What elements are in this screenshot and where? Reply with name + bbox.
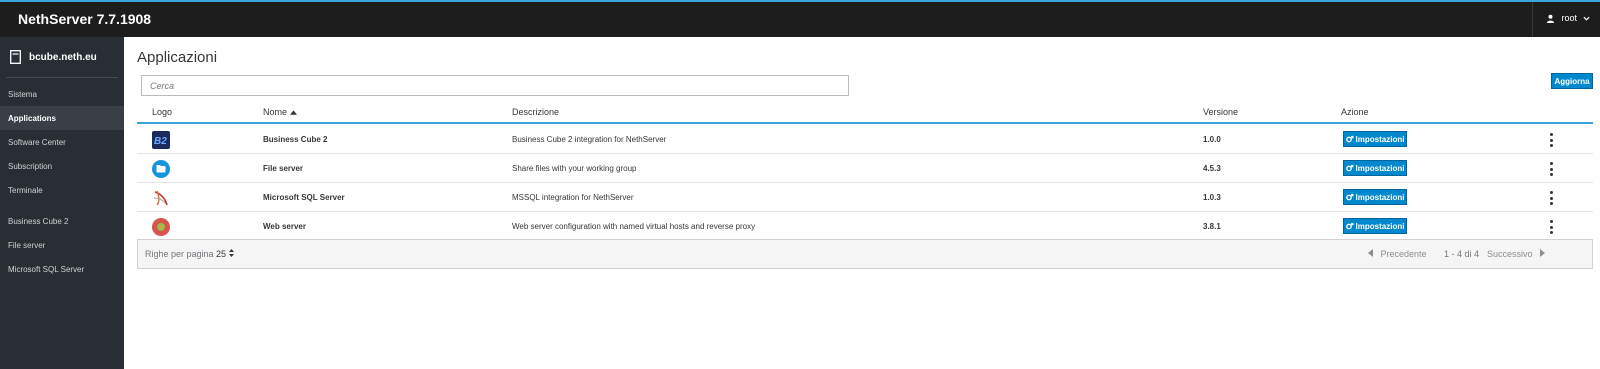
main-content: Applicazioni Aggiorna Logo Nome Descrizi…	[124, 37, 1600, 369]
user-icon	[1547, 14, 1555, 23]
settings-button-label: Impostazioni	[1355, 221, 1405, 231]
column-logo: Logo	[152, 107, 173, 117]
previous-label: Precedente	[1380, 249, 1427, 259]
column-description: Descrizione	[512, 107, 560, 117]
next-label: Successivo	[1487, 249, 1533, 259]
app-version: 3.8.1	[1203, 222, 1221, 231]
host-header[interactable]: bcube.neth.eu	[0, 37, 124, 77]
server-icon	[10, 50, 21, 64]
app-name[interactable]: File server	[263, 154, 303, 183]
sidebar-item-terminale[interactable]: Terminale	[0, 178, 124, 202]
file-server-logo-icon	[152, 160, 170, 178]
table-row: Web server Web server configuration with…	[137, 212, 1593, 241]
app-description: Business Cube 2 integration for NethServ…	[512, 135, 667, 144]
table-header: Logo Nome Descrizione Versione Azione	[137, 102, 1593, 124]
sidebar-item-sistema[interactable]: Sistema	[0, 82, 124, 106]
app-version: 4.5.3	[1203, 164, 1221, 173]
sidebar-item-applications[interactable]: Applications	[0, 106, 124, 130]
user-name: root	[1561, 13, 1577, 23]
sidebar: bcube.neth.eu Sistema Applications Softw…	[0, 37, 124, 369]
svg-text:B2: B2	[154, 136, 167, 147]
cogs-icon	[1345, 222, 1354, 230]
kebab-menu-icon[interactable]	[1547, 133, 1555, 147]
app-version: 1.0.0	[1203, 135, 1221, 144]
host-name: bcube.neth.eu	[29, 51, 97, 63]
app-name[interactable]: Microsoft SQL Server	[263, 183, 345, 212]
column-version: Versione	[1203, 107, 1239, 117]
column-name[interactable]: Nome	[263, 107, 297, 117]
sidebar-app-mssql[interactable]: Microsoft SQL Server	[0, 257, 124, 281]
app-name[interactable]: Business Cube 2	[263, 125, 327, 154]
cogs-icon	[1345, 164, 1354, 172]
app-description: MSSQL integration for NethServer	[512, 193, 634, 202]
settings-button-label: Impostazioni	[1355, 192, 1405, 202]
table-row: B2 Business Cube 2 Business Cube 2 integ…	[137, 125, 1593, 154]
refresh-button[interactable]: Aggiorna	[1551, 73, 1593, 89]
sort-asc-icon	[289, 110, 297, 115]
mssql-logo-icon	[152, 189, 170, 207]
app-name[interactable]: Web server	[263, 212, 306, 241]
top-bar: NethServer 7.7.1908 root	[0, 0, 1600, 37]
settings-button-label: Impostazioni	[1355, 134, 1405, 144]
per-page-label: Righe per pagina	[145, 249, 214, 259]
settings-button[interactable]: Impostazioni	[1343, 189, 1407, 205]
settings-button[interactable]: Impostazioni	[1343, 131, 1407, 147]
pagination-bar: Righe per pagina 25 Precedente 1 - 4 di …	[137, 239, 1593, 269]
user-menu[interactable]: root	[1532, 2, 1590, 37]
web-server-logo-icon	[152, 218, 170, 236]
app-description: Share files with your working group	[512, 164, 637, 173]
divider	[6, 77, 118, 78]
per-page-select[interactable]: 25	[216, 249, 234, 259]
sidebar-item-subscription[interactable]: Subscription	[0, 154, 124, 178]
settings-button[interactable]: Impostazioni	[1343, 160, 1407, 176]
cogs-icon	[1345, 135, 1354, 143]
page-range: 1 - 4 di 4	[1444, 249, 1480, 259]
table-row: File server Share files with your workin…	[137, 154, 1593, 183]
cogs-icon	[1345, 193, 1354, 201]
kebab-menu-icon[interactable]	[1547, 220, 1555, 234]
settings-button[interactable]: Impostazioni	[1343, 218, 1407, 234]
sidebar-app-file-server[interactable]: File server	[0, 233, 124, 257]
app-description: Web server configuration with named virt…	[512, 222, 756, 231]
page-title: Applicazioni	[137, 49, 218, 66]
app-title: NethServer 7.7.1908	[18, 11, 152, 27]
select-arrows-icon	[228, 249, 234, 257]
chevron-down-icon	[1583, 16, 1590, 21]
column-action: Azione	[1341, 107, 1369, 117]
app-version: 1.0.3	[1203, 193, 1221, 202]
sidebar-app-business-cube[interactable]: Business Cube 2	[0, 209, 124, 233]
divider	[1532, 2, 1534, 37]
table-row: Microsoft SQL Server MSSQL integration f…	[137, 183, 1593, 212]
kebab-menu-icon[interactable]	[1547, 191, 1555, 205]
next-button[interactable]: Successivo	[1487, 249, 1546, 259]
sidebar-item-software-center[interactable]: Software Center	[0, 130, 124, 154]
b2-logo-icon: B2	[152, 131, 170, 149]
settings-button-label: Impostazioni	[1355, 163, 1405, 173]
chevron-left-icon	[1368, 249, 1373, 257]
column-name-label: Nome	[263, 107, 288, 117]
kebab-menu-icon[interactable]	[1547, 162, 1555, 176]
search-input[interactable]	[141, 75, 849, 96]
per-page-value: 25	[216, 249, 227, 259]
chevron-right-icon	[1540, 249, 1546, 257]
previous-button[interactable]: Precedente	[1368, 249, 1427, 259]
